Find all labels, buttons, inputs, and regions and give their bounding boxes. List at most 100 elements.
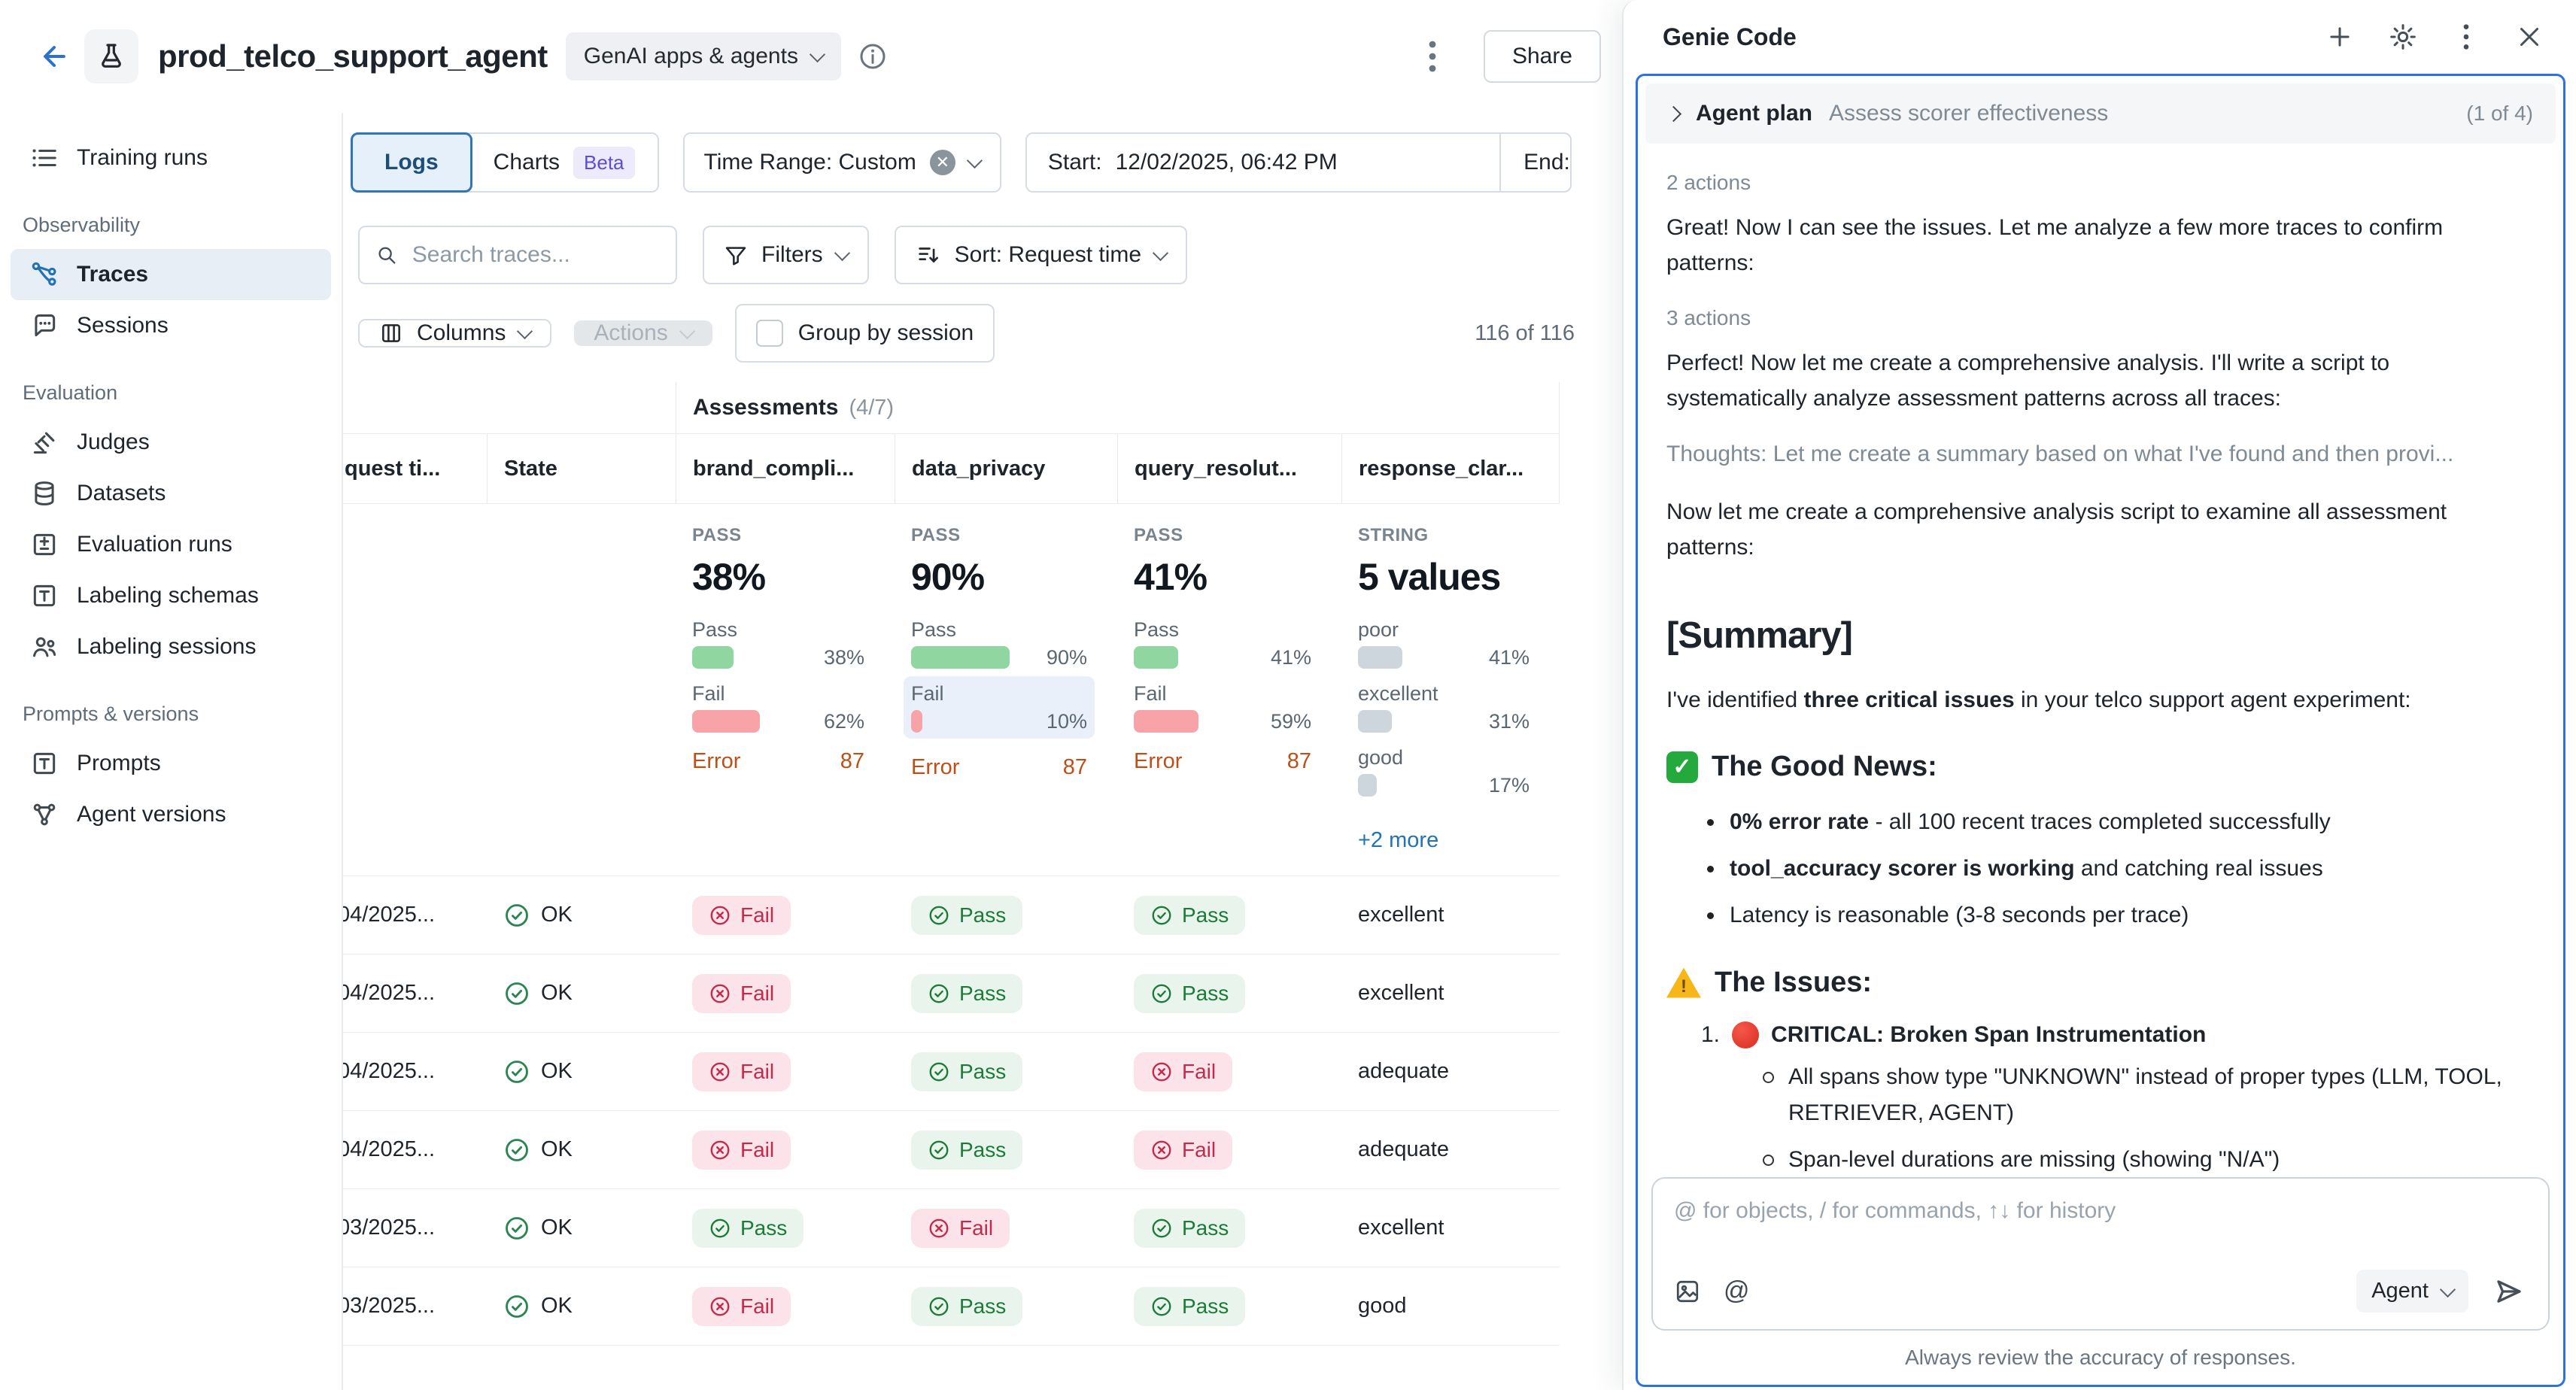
group-by-session-checkbox[interactable] [756, 320, 783, 347]
assessment-cell: Pass [895, 1052, 1117, 1091]
agent-plan-progress: (1 of 4) [2466, 102, 2533, 126]
sidebar-item-labeling-schemas[interactable]: Labeling schemas [11, 570, 331, 621]
check-emoji-icon: ✓ [1666, 751, 1698, 783]
assessment-cell: Pass [1117, 1209, 1341, 1248]
assistant-message: Perfect! Now let me create a comprehensi… [1666, 345, 2535, 416]
pass-badge: Pass [692, 1209, 803, 1248]
table-row[interactable]: 04/2025...OKFailPassFailadequate [343, 1033, 1560, 1111]
panel-menu-icon[interactable] [2450, 20, 2483, 53]
more-values-link[interactable]: +2 more [1358, 828, 1438, 853]
genie-title: Genie Code [1663, 23, 1797, 51]
prompt-icon [30, 749, 59, 778]
assessments-group: Assessments (4/7) [676, 382, 1560, 433]
filters-button[interactable]: Filters [703, 226, 869, 284]
clear-filter-icon[interactable]: ✕ [930, 150, 955, 175]
attach-image-icon[interactable] [1674, 1278, 1701, 1305]
tab-logs[interactable]: Logs [351, 132, 472, 193]
list-icon [30, 144, 59, 172]
actions-count[interactable]: 3 actions [1666, 306, 2535, 330]
info-icon[interactable] [858, 41, 888, 71]
sidebar-item-sessions[interactable]: Sessions [11, 300, 331, 351]
columns-icon [379, 321, 403, 345]
column-header-query-resolution[interactable]: query_resolut... [1117, 434, 1341, 503]
table-row[interactable]: 03/2025...OKPassFailPassexcellent [343, 1189, 1560, 1267]
agent-plan-bar[interactable]: Agent plan Assess scorer effectiveness (… [1645, 83, 2556, 144]
assessment-cell: Fail [676, 974, 895, 1013]
back-button[interactable] [35, 37, 74, 76]
good-news-title: The Good News: [1712, 751, 1937, 783]
date-range-field[interactable]: Start: 12/02/2025, 06:42 PM End: [1025, 132, 1572, 193]
warning-emoji-icon: ! [1666, 968, 1701, 998]
sidebar-item-training-runs[interactable]: Training runs [11, 132, 331, 184]
toolbar-row-actions: Columns Actions Group by session 116 of … [358, 304, 1575, 363]
badge-label: Fail [1182, 1060, 1216, 1084]
distribution-fail: Fail10% [904, 676, 1095, 739]
close-icon[interactable] [2513, 20, 2546, 53]
column-header-state[interactable]: State [487, 434, 676, 503]
sidebar-item-judges[interactable]: Judges [11, 417, 331, 468]
sidebar-item-prompts[interactable]: Prompts [11, 738, 331, 789]
share-button[interactable]: Share [1484, 30, 1601, 83]
experiment-type-dropdown[interactable]: GenAI apps & agents [566, 32, 841, 80]
table-row[interactable]: 03/2025...OKFailPassPassgood [343, 1267, 1560, 1346]
bullet-text: and catching real issues [2075, 856, 2323, 881]
state-label: OK [541, 981, 573, 1006]
summary-type: PASS [1134, 525, 1311, 546]
genie-conversation: Agent plan Assess scorer effectiveness (… [1636, 74, 2565, 1387]
columns-button[interactable]: Columns [358, 319, 551, 348]
table-row[interactable]: 04/2025...OKFailPassPassexcellent [343, 876, 1560, 954]
table-row[interactable]: 04/2025...OKFailPassFailadequate [343, 1111, 1560, 1189]
mention-icon[interactable]: @ [1724, 1276, 1750, 1306]
pass-badge: Pass [911, 896, 1022, 935]
issues-heading: ! The Issues: [1666, 967, 2535, 999]
sidebar-item-agent-versions[interactable]: Agent versions [11, 789, 331, 840]
page-header: prod_telco_support_agent GenAI apps & ag… [0, 0, 1622, 113]
distribution-bar [911, 710, 922, 733]
sort-button[interactable]: Sort: Request time [895, 226, 1187, 284]
state-ok-badge: OK [503, 902, 676, 929]
start-value[interactable]: 12/02/2025, 06:42 PM [1116, 150, 1338, 175]
sidebar-item-datasets[interactable]: Datasets [11, 468, 331, 519]
sidebar-section-label: Observability [23, 214, 331, 237]
assessment-cell: Pass [1117, 974, 1341, 1013]
time-range-filter[interactable]: Time Range: Custom ✕ [683, 132, 1001, 193]
disclaimer-text: Always review the accuracy of responses. [1638, 1337, 2563, 1379]
experiment-icon [84, 29, 138, 83]
good-news-heading: ✓ The Good News: [1666, 751, 2535, 783]
search-input[interactable] [411, 241, 659, 269]
sidebar-item-labeling-sessions[interactable]: Labeling sessions [11, 621, 331, 672]
sidebar-item-traces[interactable]: Traces [11, 249, 331, 300]
distribution-percent: 17% [1489, 774, 1530, 797]
request-time-cell: 04/2025... [343, 1137, 487, 1162]
chevron-down-icon [967, 152, 983, 168]
actions-count[interactable]: 2 actions [1666, 171, 2535, 195]
state-ok-badge: OK [503, 1215, 676, 1242]
state-label: OK [541, 903, 573, 927]
error-label: Error [1134, 749, 1182, 774]
overflow-menu-icon[interactable] [1416, 35, 1449, 77]
column-header-brand-compliance[interactable]: brand_compli... [676, 434, 895, 503]
chat-input[interactable] [1674, 1198, 2527, 1240]
column-header-request-time[interactable]: quest ti... [343, 434, 487, 503]
badge-label: Pass [1182, 903, 1229, 927]
mode-selector[interactable]: Agent [2356, 1270, 2468, 1313]
column-header-data-privacy[interactable]: data_privacy [895, 434, 1117, 503]
fail-badge: Fail [1134, 1052, 1232, 1091]
new-chat-icon[interactable] [2323, 20, 2356, 53]
gear-icon[interactable] [2386, 20, 2420, 53]
tab-charts[interactable]: Charts Beta [471, 134, 658, 191]
thoughts-line[interactable]: Thoughts: Let me create a summary based … [1666, 442, 2535, 467]
database-icon [30, 479, 59, 508]
send-icon[interactable] [2491, 1273, 2527, 1310]
group-by-session-toggle[interactable]: Group by session [735, 304, 995, 363]
sidebar-item-evaluation-runs[interactable]: Evaluation runs [11, 519, 331, 570]
assistant-message: Now let me create a comprehensive analys… [1666, 494, 2535, 565]
column-header-response-clarity[interactable]: response_clar... [1341, 434, 1560, 503]
badge-label: Fail [740, 1060, 774, 1084]
pass-badge: Pass [911, 974, 1022, 1013]
distribution-bar [1358, 710, 1392, 733]
pass-badge: Pass [1134, 1209, 1245, 1248]
error-count: 87 [1063, 755, 1087, 780]
table-row[interactable]: 04/2025...OKFailPassPassexcellent [343, 954, 1560, 1033]
good-news-list: 0% error rate - all 100 recent traces co… [1666, 804, 2535, 933]
